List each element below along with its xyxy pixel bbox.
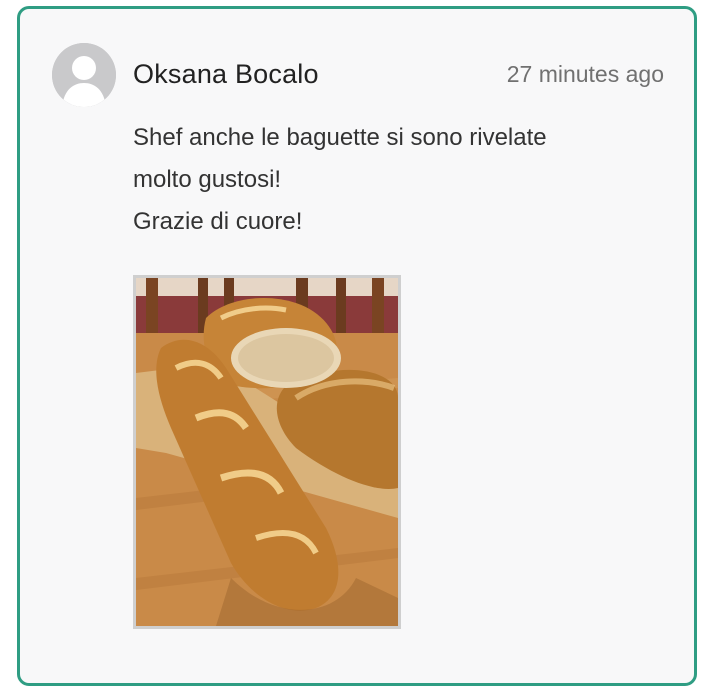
baguette-photo	[136, 278, 398, 626]
comment-photo-attachment[interactable]	[133, 275, 401, 629]
avatar-icon[interactable]	[52, 43, 116, 107]
comment-line: molto gustosi!	[133, 166, 282, 193]
comment-line: Grazie di cuore!	[133, 208, 303, 235]
comment-body: Shef anche le baguette si sono rivelate …	[133, 117, 653, 243]
comment-line: Shef anche le baguette si sono rivelate	[133, 124, 547, 151]
comment-timestamp[interactable]: 27 minutes ago	[507, 61, 664, 88]
comment-card: Oksana Bocalo 27 minutes ago Shef anche …	[17, 6, 697, 686]
user-silhouette-icon	[52, 43, 116, 107]
comment-author[interactable]: Oksana Bocalo	[133, 59, 319, 90]
